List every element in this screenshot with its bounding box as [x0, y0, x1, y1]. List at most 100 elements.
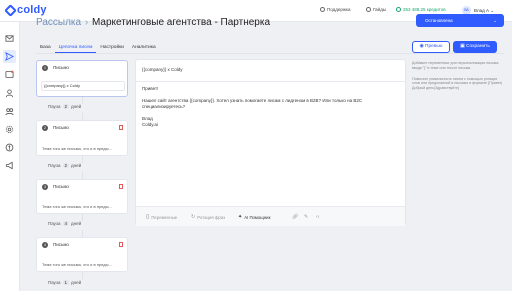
- save-icon: ▣: [460, 44, 465, 49]
- step-preview: Тема того же письма, что и в преды...: [42, 204, 112, 209]
- delay-value[interactable]: 2: [62, 163, 70, 168]
- sidebar: [0, 22, 20, 291]
- delay-suffix: дней: [71, 163, 82, 168]
- body-paragraph: Нашел сайт агентства {{company}}. Хотел …: [142, 98, 363, 109]
- connector-line: [82, 113, 83, 120]
- tab-base[interactable]: База: [36, 43, 55, 53]
- attachment-icon[interactable]: ✎: [304, 214, 308, 220]
- credits-balance[interactable]: 253 488,25 кредитов: [396, 7, 446, 12]
- delay-prefix: Пауза: [48, 280, 61, 285]
- link-icon[interactable]: 🔗︎: [292, 214, 298, 220]
- preview-label: Превью: [425, 44, 443, 49]
- mail-icon[interactable]: [5, 34, 14, 43]
- step-label: Письмо: [53, 65, 69, 70]
- connector-line: [82, 97, 83, 104]
- inbox-icon[interactable]: [5, 70, 14, 79]
- ai-assistant-button[interactable]: ✦ AI Помощник: [238, 214, 270, 220]
- step-card-4[interactable]: 4 Письмо Тема того же письма, что и в пр…: [36, 237, 128, 272]
- connector-line: [82, 230, 83, 237]
- step-label: Письмо: [53, 242, 69, 247]
- tab-settings[interactable]: Настройки: [96, 43, 128, 53]
- breadcrumb[interactable]: Рассылка: [36, 17, 81, 28]
- send-icon[interactable]: [3, 50, 16, 63]
- guides-label: Гайды: [373, 7, 387, 12]
- guides-icon: [366, 7, 371, 12]
- variables-hint: Добавьте переменные для персонализации п…: [412, 61, 500, 70]
- connector-line: [82, 172, 83, 179]
- delay-prefix: Пауза: [48, 221, 61, 226]
- rotate-icon: ↻: [191, 214, 196, 220]
- step-card-2[interactable]: 2 Письмо Тема того же письма, что и в пр…: [36, 120, 128, 156]
- editor-toolbar: {} Переменные ↻ Ротация фраз ✦ AI Помощн…: [136, 206, 405, 226]
- delay-4[interactable]: Пауза 1 дней: [48, 280, 81, 285]
- eye-icon: ◉: [419, 44, 424, 49]
- delay-prefix: Пауза: [48, 104, 61, 109]
- people-icon[interactable]: [5, 107, 14, 116]
- delay-value[interactable]: 1: [62, 280, 70, 285]
- delay-value[interactable]: 4: [62, 221, 70, 226]
- step-label: Письмо: [53, 184, 69, 189]
- trash-icon[interactable]: [119, 125, 123, 130]
- body-textarea[interactable]: Привет! Нашел сайт агентства {{company}}…: [142, 86, 400, 128]
- step-preview: Тема того же письма, что и в преды...: [42, 262, 112, 267]
- support-icon: [320, 7, 325, 12]
- breadcrumb-separator: ›: [84, 17, 89, 28]
- step-number: 1: [42, 65, 48, 71]
- chevron-down-icon: ⌄: [490, 8, 495, 13]
- delay-suffix: дней: [71, 221, 82, 226]
- step-card-1[interactable]: 1 Письмо {{company}} x Coldy: [36, 60, 128, 97]
- code-icon[interactable]: ‹›: [316, 214, 319, 220]
- credits-icon: [396, 7, 401, 12]
- credits-label: 253 488,25 кредитов: [403, 7, 446, 12]
- status-label: Остановлена: [425, 18, 453, 23]
- logo-text: coldy: [17, 4, 47, 16]
- signature-company: Coldy.ai: [142, 122, 158, 127]
- tab-email-chain[interactable]: Цепочка писем: [54, 43, 97, 53]
- trash-icon[interactable]: [119, 184, 123, 189]
- delay-1[interactable]: Пауза 2 дней: [48, 104, 81, 109]
- delay-prefix: Пауза: [48, 163, 61, 168]
- rotation-button[interactable]: ↻ Ротация фраз: [191, 214, 225, 220]
- step-card-3[interactable]: 3 Письмо Тема того же письма, что и в пр…: [36, 179, 128, 214]
- settings-icon[interactable]: [5, 125, 14, 134]
- email-editor[interactable]: {{company}} x Coldy Привет! Нашел сайт а…: [135, 59, 406, 226]
- logo-mark-icon: [4, 3, 17, 17]
- connector-line: [82, 214, 83, 221]
- braces-icon: {}: [146, 214, 150, 220]
- sparkle-icon: ✦: [238, 214, 243, 220]
- delay-value[interactable]: 2: [62, 104, 70, 109]
- tab-analytics[interactable]: Аналитика: [128, 43, 160, 53]
- support-label: Поддержка: [327, 7, 351, 12]
- delay-3[interactable]: Пауза 4 дней: [48, 221, 81, 226]
- rotation-hint: Повысьте уникальность писем с помощью ро…: [412, 76, 503, 91]
- delay-suffix: дней: [71, 280, 82, 285]
- hints-panel: Добавьте переменные для персонализации п…: [412, 61, 504, 97]
- support-link[interactable]: Поддержка: [320, 7, 350, 12]
- step-number: 2: [42, 125, 48, 131]
- campaign-name: Маркетинговые агентства - Партнерка: [91, 17, 271, 28]
- logo[interactable]: coldy: [4, 3, 47, 17]
- users-icon[interactable]: [5, 89, 14, 98]
- page-title: Рассылка › Маркетинговые агентства - Пар…: [36, 17, 270, 28]
- trash-icon[interactable]: [119, 242, 123, 247]
- delay-2[interactable]: Пауза 2 дней: [48, 163, 81, 168]
- editor-divider: [136, 81, 405, 82]
- user-name: Влад А: [474, 8, 490, 13]
- subject-input[interactable]: {{company}} x Coldy: [142, 67, 183, 72]
- money-icon[interactable]: [5, 143, 14, 152]
- ai-label: AI Помощник: [244, 214, 271, 220]
- save-button[interactable]: ▣ Сохранить: [453, 41, 497, 53]
- tabs: База Цепочка писем Настройки Аналитика: [36, 43, 160, 53]
- step-subject[interactable]: {{company}} x Coldy: [41, 81, 125, 91]
- variables-label: Переменные: [151, 214, 178, 220]
- status-dropdown[interactable]: Остановлена ⌄: [416, 14, 504, 27]
- rotation-label: Ротация фраз: [197, 214, 226, 220]
- step-label: Письмо: [53, 125, 69, 130]
- save-label: Сохранить: [466, 44, 490, 49]
- preview-button[interactable]: ◉ Превью: [412, 41, 450, 53]
- connector-line: [82, 272, 83, 279]
- variables-button[interactable]: {} Переменные: [146, 214, 177, 220]
- step-number: 3: [42, 184, 48, 190]
- megaphone-icon[interactable]: [5, 161, 14, 170]
- guides-link[interactable]: Гайды: [366, 7, 386, 12]
